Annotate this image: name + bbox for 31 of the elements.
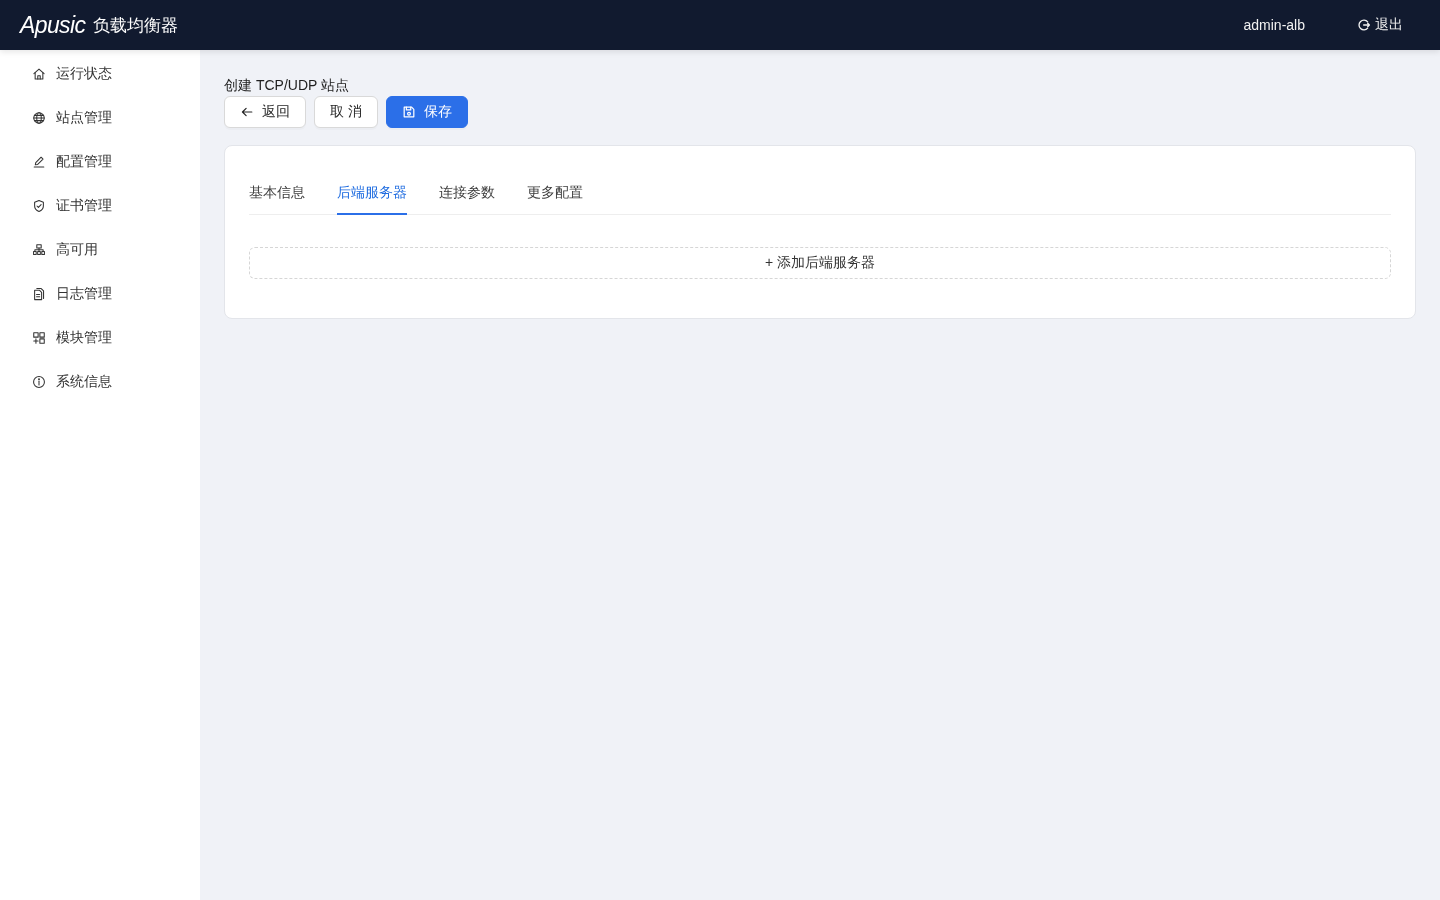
logo-wordmark: Apusic bbox=[20, 12, 86, 38]
username: admin-alb bbox=[1243, 17, 1305, 33]
pen-icon bbox=[32, 155, 46, 169]
arrow-left-icon bbox=[240, 105, 254, 119]
sidebar-item[interactable]: 配置管理 bbox=[0, 142, 200, 182]
tab[interactable]: 后端服务器 bbox=[337, 169, 407, 215]
sidebar-item[interactable]: 日志管理 bbox=[0, 274, 200, 314]
logout-button[interactable]: 退出 bbox=[1357, 16, 1403, 34]
sidebar-item[interactable]: 系统信息 bbox=[0, 362, 200, 402]
cancel-button[interactable]: 取 消 bbox=[314, 96, 378, 128]
sidebar-item[interactable]: 高可用 bbox=[0, 230, 200, 270]
tab[interactable]: 基本信息 bbox=[249, 169, 305, 215]
product-name: 负载均衡器 bbox=[93, 15, 179, 37]
add-server-button[interactable]: + 添加后端服务器 bbox=[249, 247, 1391, 279]
save-button[interactable]: 保存 bbox=[385, 96, 468, 128]
sidebar-item[interactable]: 站点管理 bbox=[0, 98, 200, 138]
page-title: 创建 TCP/UDP 站点 bbox=[224, 76, 349, 95]
back-button[interactable]: 返回 bbox=[224, 96, 306, 128]
document-icon bbox=[32, 287, 46, 301]
tab[interactable]: 连接参数 bbox=[439, 169, 495, 215]
info-icon bbox=[32, 375, 46, 389]
sidebar-item[interactable]: 模块管理 bbox=[0, 318, 200, 358]
home-icon bbox=[32, 67, 46, 81]
tab[interactable]: 更多配置 bbox=[527, 169, 583, 215]
logout-icon bbox=[1357, 18, 1371, 32]
sidebar-item[interactable]: 证书管理 bbox=[0, 186, 200, 226]
grid-plus-icon bbox=[32, 331, 46, 345]
shield-check-icon bbox=[32, 199, 46, 213]
hierarchy-icon bbox=[32, 243, 46, 257]
globe-icon bbox=[32, 111, 46, 125]
sidebar-item[interactable]: 运行状态 bbox=[0, 54, 200, 94]
